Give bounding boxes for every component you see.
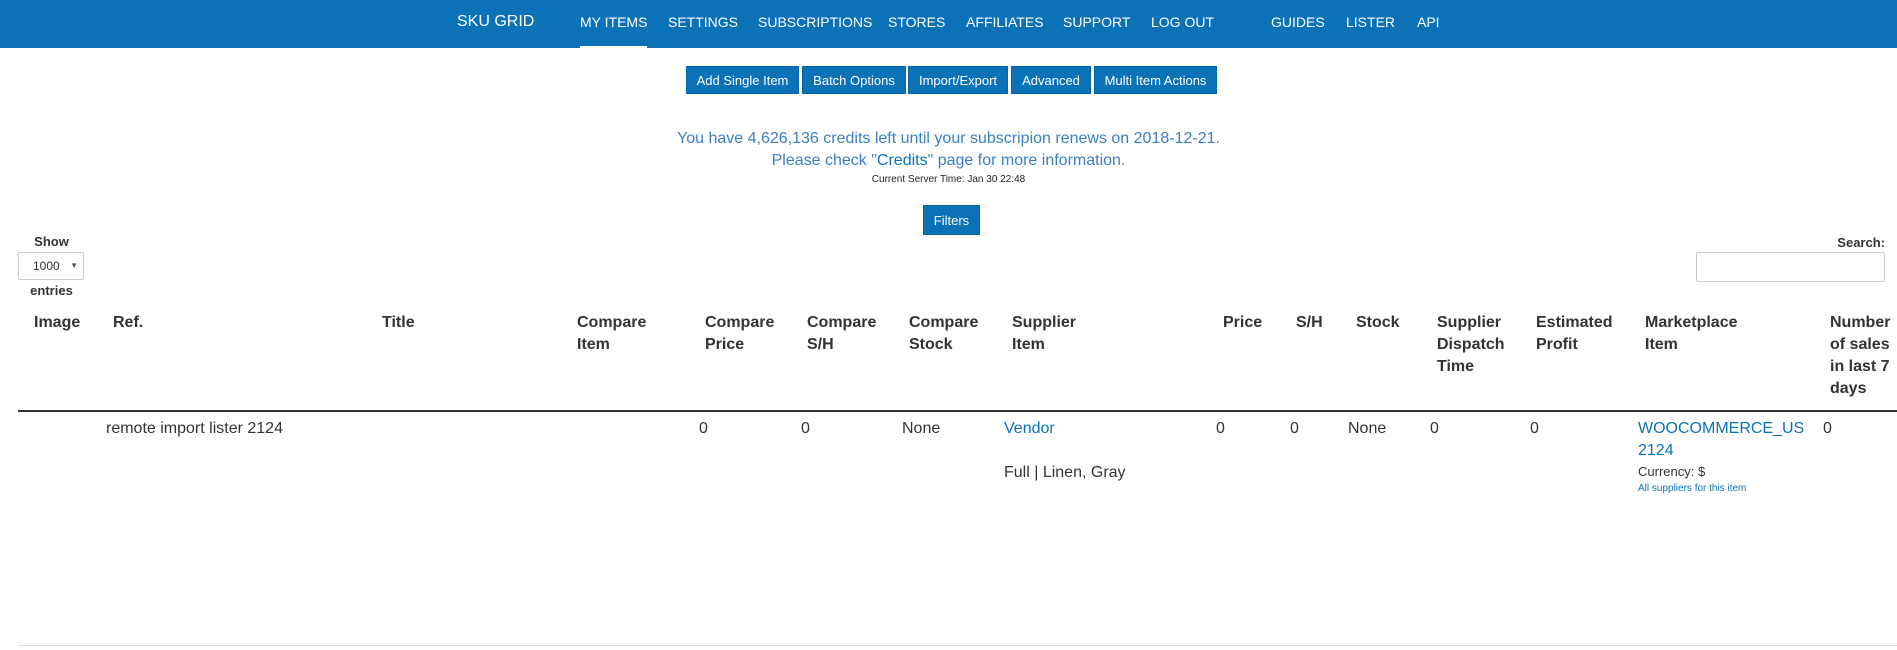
nav-affiliates[interactable]: AFFILIATES bbox=[966, 14, 1044, 30]
nav-my-items[interactable]: MY ITEMS bbox=[580, 14, 648, 48]
supplier-vendor-link[interactable]: Vendor bbox=[1004, 420, 1055, 437]
cell-dispatch-time: 0 bbox=[1430, 420, 1439, 437]
credits-help-message: Please check "Credits" page for more inf… bbox=[0, 152, 1897, 170]
top-navbar: SKU GRID MY ITEMS SETTINGS SUBSCRIPTIONS… bbox=[0, 0, 1897, 48]
col-header-sh[interactable]: S/H bbox=[1296, 312, 1323, 334]
col-header-title[interactable]: Title bbox=[382, 312, 415, 334]
cell-sh: 0 bbox=[1290, 420, 1299, 437]
credits-message: You have 4,626,136 credits left until yo… bbox=[677, 130, 1220, 147]
cell-supplier-variant: Full | Linen, Gray bbox=[1004, 464, 1126, 481]
cell-marketplace-item: WOOCOMMERCE_US 2124 bbox=[1638, 418, 1808, 462]
nav-settings[interactable]: SETTINGS bbox=[668, 14, 738, 30]
nav-lister[interactable]: LISTER bbox=[1346, 14, 1395, 30]
nav-guides[interactable]: GUIDES bbox=[1271, 14, 1325, 30]
cell-price: 0 bbox=[1216, 420, 1225, 437]
entries-per-page-value: 1000 bbox=[33, 259, 60, 273]
nav-subscriptions[interactable]: SUBSCRIPTIONS bbox=[758, 14, 872, 30]
nav-support[interactable]: SUPPORT bbox=[1063, 14, 1130, 30]
col-header-compare-stock[interactable]: Compare Stock bbox=[909, 312, 989, 356]
nav-api[interactable]: API bbox=[1417, 14, 1440, 30]
col-header-marketplace-item[interactable]: Marketplace Item bbox=[1645, 312, 1755, 356]
col-header-compare-sh[interactable]: Compare S/H bbox=[807, 312, 887, 356]
batch-options-button[interactable]: Batch Options bbox=[802, 66, 906, 94]
credits-help-suffix: " page for more information. bbox=[927, 152, 1126, 169]
marketplace-item-link[interactable]: WOOCOMMERCE_US 2124 bbox=[1638, 420, 1804, 459]
server-time: Current Server Time: Jan 30 22:48 bbox=[871, 174, 1026, 185]
cell-ref: remote import lister 2124 bbox=[106, 420, 283, 437]
advanced-button[interactable]: Advanced bbox=[1011, 66, 1091, 94]
all-suppliers-link[interactable]: All suppliers for this item bbox=[1638, 483, 1746, 494]
col-header-image[interactable]: Image bbox=[34, 312, 80, 334]
import-export-button[interactable]: Import/Export bbox=[908, 66, 1008, 94]
multi-item-actions-button[interactable]: Multi Item Actions bbox=[1094, 66, 1217, 94]
show-label: Show bbox=[34, 234, 69, 249]
credits-help-prefix: Please check " bbox=[771, 152, 877, 169]
cell-stock: None bbox=[1348, 420, 1387, 437]
col-header-stock[interactable]: Stock bbox=[1356, 312, 1400, 334]
search-label: Search: bbox=[1837, 235, 1885, 250]
cell-compare-stock: None bbox=[902, 420, 941, 437]
filters-button[interactable]: Filters bbox=[923, 205, 980, 235]
entries-label: entries bbox=[30, 283, 73, 298]
col-header-supplier-dispatch-time[interactable]: Supplier Dispatch Time bbox=[1437, 312, 1517, 378]
add-single-item-button[interactable]: Add Single Item bbox=[686, 66, 799, 94]
col-header-ref[interactable]: Ref. bbox=[113, 312, 143, 334]
brand-logo[interactable]: SKU GRID bbox=[457, 13, 534, 31]
credits-page-link[interactable]: Credits bbox=[877, 152, 928, 169]
cell-compare-sh: 0 bbox=[801, 420, 810, 437]
cell-compare-price: 0 bbox=[699, 420, 708, 437]
col-header-compare-item[interactable]: Compare Item bbox=[577, 312, 667, 356]
col-header-sales-7-days[interactable]: Number of sales in last 7 days bbox=[1830, 312, 1897, 400]
table-header-divider bbox=[18, 410, 1897, 412]
table-bottom-divider bbox=[18, 645, 1897, 646]
nav-log-out[interactable]: LOG OUT bbox=[1151, 14, 1214, 30]
cell-currency: Currency: $ bbox=[1638, 464, 1706, 479]
chevron-down-icon: ▼ bbox=[70, 261, 78, 270]
search-input[interactable] bbox=[1696, 252, 1885, 282]
cell-estimated-profit: 0 bbox=[1530, 420, 1539, 437]
cell-supplier-item: Vendor bbox=[1004, 418, 1055, 440]
col-header-estimated-profit[interactable]: Estimated Profit bbox=[1536, 312, 1626, 356]
col-header-price[interactable]: Price bbox=[1223, 312, 1262, 334]
nav-stores[interactable]: STORES bbox=[888, 14, 945, 30]
col-header-supplier-item[interactable]: Supplier Item bbox=[1012, 312, 1092, 356]
cell-sales-7-days: 0 bbox=[1823, 420, 1832, 437]
entries-per-page-select[interactable]: 1000 ▼ bbox=[18, 252, 84, 280]
col-header-compare-price[interactable]: Compare Price bbox=[705, 312, 785, 356]
